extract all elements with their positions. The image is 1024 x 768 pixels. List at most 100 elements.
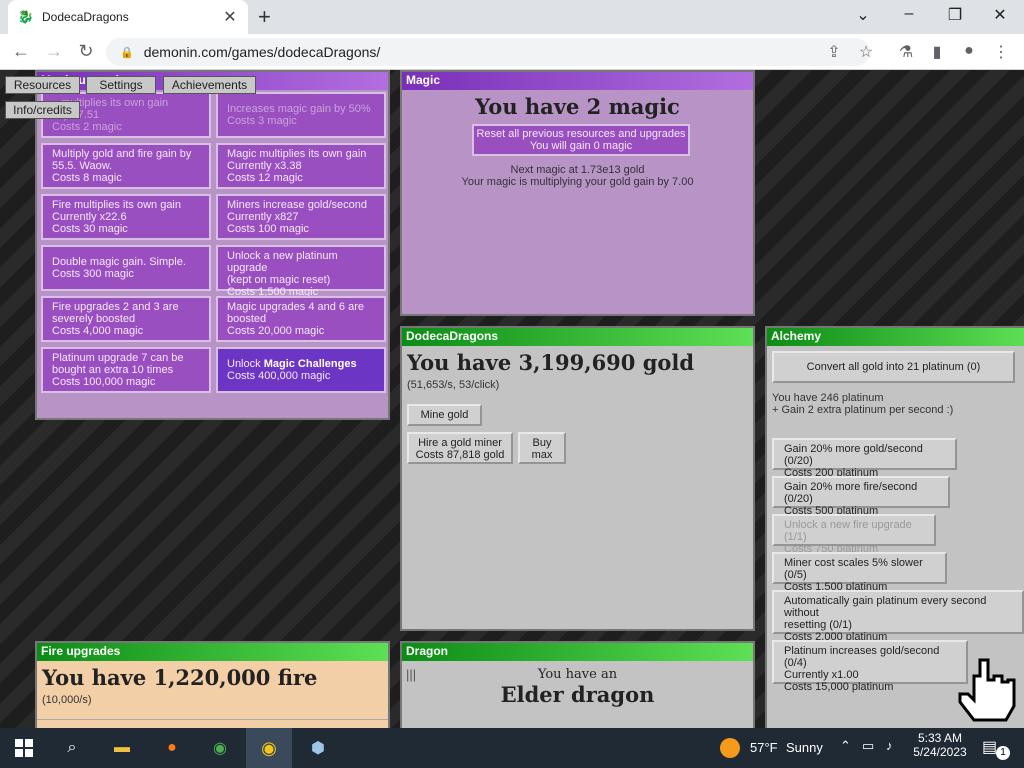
magic-amount-title: You have 2 magic: [475, 94, 680, 119]
settings-button[interactable]: Settings: [86, 76, 156, 94]
upgrade-line: Costs 100,000 magic: [52, 376, 156, 388]
upgrade-line: Currently x22.6: [52, 211, 127, 223]
app-icon[interactable]: ⬢: [306, 736, 330, 760]
drag-handle-icon[interactable]: |||: [406, 667, 416, 682]
info-credits-button[interactable]: Info/credits: [5, 101, 80, 119]
windows-start-icon[interactable]: [12, 736, 36, 760]
magic-upgrade-12[interactable]: Unlock Magic Challenges Costs 400,000 mag…: [216, 347, 386, 393]
resources-button[interactable]: Resources: [5, 76, 80, 94]
share-icon[interactable]: ⇪: [824, 42, 844, 62]
clock-date: 5/24/2023: [913, 745, 967, 759]
url-text: demonin.com/games/dodecaDragons/: [143, 44, 381, 60]
new-tab-icon[interactable]: +: [258, 4, 271, 30]
upgrade-line: Costs 3 magic: [227, 115, 297, 127]
file-explorer-icon[interactable]: ▬: [110, 736, 134, 760]
restore-icon[interactable]: ❐: [945, 5, 965, 25]
hire-miner-button[interactable]: Hire a gold miner Costs 87,818 gold: [407, 432, 513, 464]
upgrade-line: Gain 20% more fire/second (0/20): [784, 481, 918, 505]
gold-header: DodecaDragons: [402, 328, 753, 346]
minimize-icon[interactable]: –: [899, 5, 919, 23]
magic-upgrade-5[interactable]: Fire multiplies its own gain Currently x2…: [41, 194, 211, 240]
firefox-icon[interactable]: ●: [160, 736, 184, 760]
magic-reset-button[interactable]: Reset all previous resources and upgrade…: [472, 124, 690, 156]
platinum-upgrade-1[interactable]: Gain 20% more gold/second (0/20) Costs 20…: [772, 438, 957, 479]
platinum-upgrade-2[interactable]: Gain 20% more fire/second (0/20) Costs 50…: [772, 476, 950, 517]
back-icon[interactable]: ←: [10, 41, 32, 62]
upgrade-line: Increases magic gain by 50%: [227, 103, 371, 115]
weather-sun-icon[interactable]: [720, 738, 740, 758]
upgrade-line: resetting (0/1): [784, 619, 852, 631]
magic-upgrade-7[interactable]: Double magic gain. Simple. Costs 300 magi…: [41, 245, 211, 291]
weather-condition[interactable]: Sunny: [786, 740, 823, 755]
close-tab-icon[interactable]: ✕: [222, 7, 238, 27]
clock[interactable]: 5:33 AM 5/24/2023: [912, 731, 968, 759]
tab-search-icon[interactable]: ⌄: [853, 5, 873, 25]
upgrade-line: Magic upgrades 4 and 6 are: [227, 301, 364, 313]
alchemy-header: Alchemy: [767, 328, 1024, 346]
magic-upgrade-9[interactable]: Fire upgrades 2 and 3 are severely booste…: [41, 296, 211, 342]
side-panel-icon[interactable]: ▮: [927, 42, 947, 62]
upgrade-line: Fire multiplies its own gain: [52, 199, 181, 211]
magic-upgrade-8[interactable]: Unlock a new platinum upgrade (kept on ma…: [216, 245, 386, 298]
upgrade-cost: Costs 400,000 magic: [227, 370, 331, 382]
mine-gold-button[interactable]: Mine gold: [407, 404, 482, 426]
weather-temp[interactable]: 57°F: [750, 740, 778, 755]
profile-icon[interactable]: ●: [959, 42, 979, 60]
convert-platinum-button[interactable]: Convert all gold into 21 platinum (0): [772, 351, 1015, 383]
forward-icon[interactable]: →: [43, 41, 65, 62]
upgrade-line: Costs 30 magic: [52, 223, 128, 235]
bookmark-star-icon[interactable]: ☆: [856, 42, 876, 62]
show-hidden-icons-icon[interactable]: ⌃: [840, 738, 851, 754]
fire-upgrades-header: Fire upgrades: [37, 643, 388, 661]
menu-kebab-icon[interactable]: ⋮: [991, 42, 1011, 62]
achievements-button[interactable]: Achievements: [163, 76, 256, 94]
fire-amount-title: You have 1,220,000 fire: [42, 665, 318, 690]
platinum-amount-text: You have 246 platinum: [772, 392, 884, 404]
upgrade-line: boosted: [227, 313, 267, 325]
platinum-upgrade-4[interactable]: Miner cost scales 5% slower (0/5) Costs 1…: [772, 552, 947, 593]
dragon-header: Dragon: [402, 643, 753, 661]
search-icon[interactable]: ⌕: [60, 736, 84, 760]
platinum-upgrade-3[interactable]: Unlock a new fire upgrade (1/1) Costs 750…: [772, 514, 936, 555]
upgrade-line: Automatically gain platinum every second…: [784, 595, 987, 619]
upgrade-line: Costs 15,000 platinum: [784, 681, 894, 693]
upgrade-line: Costs 2 magic: [52, 121, 122, 133]
buy-label: Buy: [532, 437, 552, 449]
chrome-icon[interactable]: ◉: [208, 736, 232, 760]
close-window-icon[interactable]: ✕: [990, 5, 1010, 25]
network-icon[interactable]: ▭: [862, 738, 874, 754]
upgrade-line: Fire upgrades 2 and 3 are: [52, 301, 179, 313]
game-page: Magic upgrades ...multiplies its own gai…: [0, 70, 1024, 728]
reload-icon[interactable]: ↻: [75, 41, 97, 62]
buy-max-button[interactable]: Buy max: [518, 432, 566, 464]
magic-upgrade-2[interactable]: Increases magic gain by 50% Costs 3 magic: [216, 92, 386, 138]
magic-multiplier-text: Your magic is multiplying your gold gain…: [461, 176, 694, 188]
notification-count: 1: [996, 746, 1010, 760]
volume-icon[interactable]: ♪: [886, 738, 893, 753]
upgrade-line: Double magic gain. Simple.: [52, 256, 186, 268]
platinum-upgrade-5[interactable]: Automatically gain platinum every second…: [772, 590, 1024, 643]
platinum-upgrade-6[interactable]: Platinum increases gold/second (0/4) Curr…: [772, 640, 968, 693]
upgrade-line: 55.5. Waow.: [52, 160, 113, 172]
dragon-type-title: Elder dragon: [500, 682, 655, 707]
address-bar[interactable]: 🔒 demonin.com/games/dodecaDragons/: [106, 38, 870, 66]
upgrade-line: (kept on magic reset): [227, 274, 331, 286]
hire-cost: Costs 87,818 gold: [415, 449, 505, 461]
chrome-canary-icon[interactable]: ◉: [246, 728, 292, 768]
magic-panel: Magic You have 2 magic Reset all previou…: [400, 70, 755, 316]
magic-upgrade-6[interactable]: Miners increase gold/second Currently x82…: [216, 194, 386, 240]
upgrade-line: Multiply gold and fire gain by: [52, 148, 192, 160]
fire-rate-text: (10,000/s): [42, 694, 92, 706]
magic-upgrade-3[interactable]: Multiply gold and fire gain by 55.5. Waow…: [41, 143, 211, 189]
extensions-icon[interactable]: ⚗: [896, 42, 916, 62]
magic-upgrade-10[interactable]: Magic upgrades 4 and 6 are boosted Costs 2…: [216, 296, 386, 342]
upgrade-line: Currently x1.00: [784, 669, 859, 681]
upgrade-line: Costs 4,000 magic: [52, 325, 144, 337]
magic-upgrade-11[interactable]: Platinum upgrade 7 can be bought an extra…: [41, 347, 211, 393]
dragon-panel: Dragon ||| You have an Elder dragon: [400, 641, 755, 728]
browser-tab[interactable]: 🐉 DodecaDragons ✕: [8, 0, 248, 34]
notifications-icon[interactable]: ▤: [982, 737, 997, 757]
upgrade-line: Costs 8 magic: [52, 172, 122, 184]
upgrade-line: Unlock Magic Challenges: [227, 358, 375, 370]
magic-upgrade-4[interactable]: Magic multiplies its own gain Currently x…: [216, 143, 386, 189]
